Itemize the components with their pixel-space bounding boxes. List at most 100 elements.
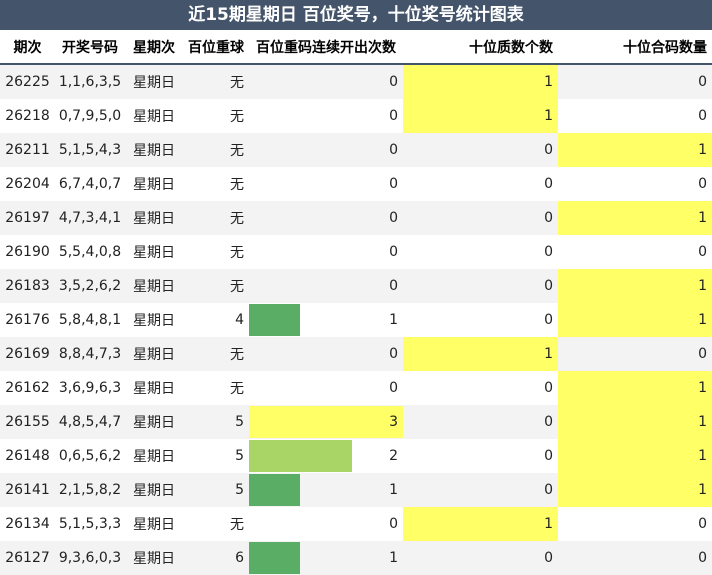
cell-issue: 26169	[0, 337, 55, 371]
cell-tens-composite: 1	[558, 371, 712, 405]
streak-value: 0	[389, 380, 398, 396]
cell-tens-prime: 0	[403, 269, 558, 303]
table-row: 26204 6,7,4,0,7 星期日 无 0 0 0	[0, 167, 712, 201]
cell-numbers: 8,8,4,7,3	[55, 337, 125, 371]
table-row: 26148 0,6,5,6,2 星期日 5 2 0 1	[0, 439, 712, 473]
cell-weekday: 星期日	[133, 381, 175, 397]
cell-tens-prime: 0	[403, 201, 558, 235]
cell-streak: 0	[249, 167, 403, 201]
cell-tens-composite: 1	[558, 473, 712, 507]
cell-tens-prime: 1	[403, 99, 558, 133]
cell-issue: 26148	[5, 448, 50, 464]
streak-value: 3	[389, 414, 398, 430]
cell-tens-composite: 0	[558, 541, 712, 575]
cell-tens-composite: 0	[558, 337, 712, 371]
table-row: 26134 5,1,5,3,3 星期日无 0 1 0	[0, 507, 712, 541]
cell-hundreds-repeat: 无	[230, 517, 244, 533]
cell-numbers: 1,1,6,3,5	[55, 64, 125, 99]
cell-weekday: 星期日	[125, 64, 183, 99]
cell-numbers: 5,8,4,8,1	[58, 312, 122, 328]
cell-hundreds-repeat: 5	[183, 473, 249, 507]
table-row: 26225 1,1,6,3,5 星期日无 0 1 0	[0, 64, 712, 99]
cell-issue: 26134	[5, 516, 50, 532]
table-row: 26141 2,1,5,8,2 星期日 5 1 0 1	[0, 473, 712, 507]
cell-streak: 3	[249, 405, 403, 439]
table-body: 26225 1,1,6,3,5 星期日无 0 1 0 26218 0,7,9,5,0 星期日无 0…	[0, 64, 712, 575]
cell-hundreds-repeat: 6	[183, 541, 249, 575]
streak-value: 2	[389, 448, 398, 464]
cell-issue: 26225	[0, 64, 55, 99]
cell-issue: 26176	[5, 312, 50, 328]
cell-numbers: 5,1,5,3,3	[58, 516, 122, 532]
cell-tens-prime: 1	[403, 337, 558, 371]
streak-value: 0	[389, 278, 398, 294]
cell-tens-composite: 1	[558, 269, 712, 303]
cell-hundreds-repeat: 4	[235, 312, 244, 328]
streak-value: 0	[389, 142, 398, 158]
cell-hundreds-repeat: 无	[183, 64, 249, 99]
cell-issue: 26141	[0, 473, 55, 507]
header-issue: 期次	[0, 31, 55, 65]
cell-hundreds-repeat: 5	[183, 405, 249, 439]
table-row: 26162 3,6,9,6,3 星期日无 0 0 1	[0, 371, 712, 405]
stats-table: 期次 开奖号码 星期次 百位重球 百位重码连续开出次数 十位质数个数 十位合码数…	[0, 31, 712, 575]
chart-title: 近15期星期日 百位奖号，十位奖号统计图表	[0, 0, 712, 31]
cell-streak: 0	[249, 337, 403, 371]
cell-weekday: 星期日	[125, 133, 183, 167]
cell-numbers: 9,3,6,0,3	[55, 541, 125, 575]
cell-issue: 26197	[0, 201, 55, 235]
streak-value: 0	[389, 516, 398, 532]
cell-weekday: 星期日	[133, 517, 175, 533]
table-row: 26169 8,8,4,7,3 星期日无 0 1 0	[0, 337, 712, 371]
cell-hundreds-repeat: 无	[183, 337, 249, 371]
cell-streak: 1	[249, 303, 403, 337]
cell-tens-prime: 0	[544, 312, 553, 328]
cell-numbers: 0,7,9,5,0	[58, 108, 122, 124]
cell-weekday: 星期日	[125, 473, 183, 507]
cell-numbers: 2,1,5,8,2	[55, 473, 125, 507]
cell-issue: 26218	[5, 108, 50, 124]
cell-streak: 2	[249, 439, 403, 473]
cell-tens-prime: 0	[403, 405, 558, 439]
streak-value: 0	[389, 244, 398, 260]
cell-tens-composite: 1	[558, 405, 712, 439]
table-row: 26155 4,8,5,4,7 星期日 5 3 0 1	[0, 405, 712, 439]
streak-value: 0	[389, 108, 398, 124]
streak-value: 1	[389, 482, 398, 498]
cell-streak: 0	[249, 235, 403, 269]
cell-tens-prime: 0	[403, 133, 558, 167]
cell-tens-prime: 0	[544, 380, 553, 396]
header-streak: 百位重码连续开出次数	[249, 31, 403, 65]
cell-tens-composite: 0	[698, 516, 707, 532]
cell-tens-prime: 1	[403, 507, 558, 541]
cell-weekday: 星期日	[133, 449, 175, 465]
cell-numbers: 6,7,4,0,7	[58, 176, 122, 192]
cell-tens-prime: 0	[403, 541, 558, 575]
table-row: 26218 0,7,9,5,0 星期日无 0 1 0	[0, 99, 712, 133]
cell-weekday: 星期日	[133, 109, 175, 125]
cell-streak: 0	[249, 99, 403, 133]
table-row: 26127 9,3,6,0,3 星期日 6 1 0 0	[0, 541, 712, 575]
streak-value: 0	[389, 210, 398, 226]
streak-value: 0	[389, 346, 398, 362]
cell-numbers: 3,5,2,6,2	[55, 269, 125, 303]
cell-issue: 26155	[0, 405, 55, 439]
table-row: 26197 4,7,3,4,1 星期日无 0 0 1	[0, 201, 712, 235]
cell-tens-prime: 1	[403, 64, 558, 99]
header-row: 期次 开奖号码 星期次 百位重球 百位重码连续开出次数 十位质数个数 十位合码数…	[0, 31, 712, 65]
cell-hundreds-repeat: 无	[230, 177, 244, 193]
cell-tens-composite: 1	[558, 303, 712, 337]
cell-numbers: 3,6,9,6,3	[58, 380, 122, 396]
cell-hundreds-repeat: 无	[230, 381, 244, 397]
cell-hundreds-repeat: 无	[230, 109, 244, 125]
cell-streak: 0	[249, 371, 403, 405]
streak-value: 1	[389, 312, 398, 328]
streak-value: 0	[389, 74, 398, 90]
cell-numbers: 5,1,5,4,3	[55, 133, 125, 167]
cell-tens-prime: 0	[544, 176, 553, 192]
cell-weekday: 星期日	[133, 245, 175, 261]
header-tens-prime: 十位质数个数	[403, 31, 558, 65]
cell-weekday: 星期日	[125, 269, 183, 303]
cell-weekday: 星期日	[133, 313, 175, 329]
cell-hundreds-repeat: 无	[183, 133, 249, 167]
